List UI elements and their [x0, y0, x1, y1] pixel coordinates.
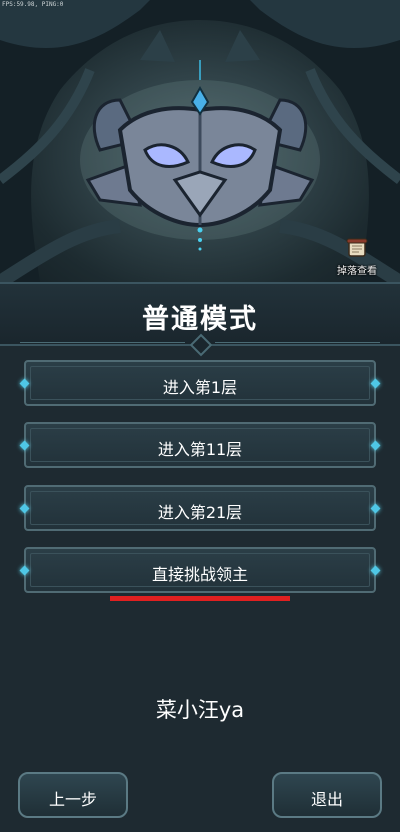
banner-divider-right [215, 342, 380, 343]
drop-preview-label: 掉落查看 [337, 266, 377, 277]
drop-preview-button[interactable]: 掉落查看 [332, 236, 382, 277]
banner-diamond-ornament [189, 333, 213, 357]
enter-floor-11-label: 进入第11层 [157, 440, 243, 459]
player-name: 菜小汪ya [155, 698, 245, 722]
mode-title-banner: 普通模式 [0, 282, 400, 357]
enter-floor-21-label: 进入第21层 [157, 503, 243, 522]
enter-floor-21-button[interactable]: 进入第21层 [19, 485, 381, 531]
game-screen: FPS:59.98, PING:0 掉落查看 普通模式 进入第1层 进入第11层 [0, 0, 400, 832]
challenge-lord-label: 直接挑战领主 [151, 565, 248, 584]
exit-button[interactable]: 退出 [272, 772, 382, 818]
enter-floor-1-label: 进入第1层 [162, 378, 238, 397]
boss-art-panel: FPS:59.98, PING:0 掉落查看 [0, 0, 400, 282]
red-highlight-underline [110, 596, 290, 601]
back-button-label: 上一步 [48, 790, 97, 809]
challenge-lord-button[interactable]: 直接挑战领主 [19, 547, 381, 593]
back-button[interactable]: 上一步 [18, 772, 128, 818]
fps-counter: FPS:59.98, PING:0 [2, 1, 64, 8]
enter-floor-11-button[interactable]: 进入第11层 [19, 422, 381, 468]
exit-button-label: 退出 [310, 790, 343, 809]
banner-divider-left [20, 342, 185, 343]
enter-floor-1-button[interactable]: 进入第1层 [19, 360, 381, 406]
mode-title: 普通模式 [142, 304, 258, 335]
scroll-icon [346, 238, 368, 257]
